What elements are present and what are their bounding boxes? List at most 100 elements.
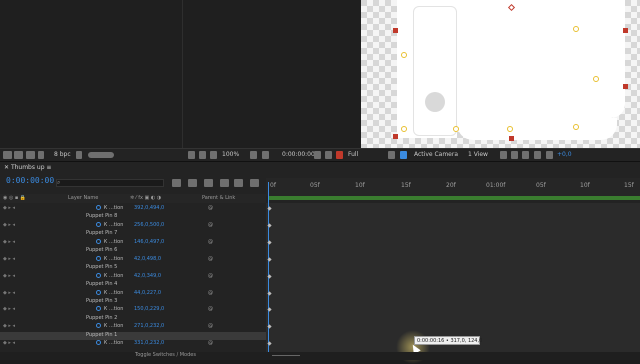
- composition-viewer[interactable]: [361, 0, 640, 148]
- stopwatch-icon[interactable]: [96, 306, 101, 312]
- tab-thumbs-up[interactable]: ✕ Thumbs up ≡: [0, 161, 70, 173]
- position-property-row[interactable]: ◆ ▸ ◂ Ꮶ ...tion 331,0,232,0 @: [0, 340, 266, 349]
- flowchart-view-icon[interactable]: [534, 151, 541, 159]
- position-value[interactable]: 42,0,349,0: [134, 273, 161, 279]
- menu-icon[interactable]: ≡: [45, 164, 51, 171]
- position-value[interactable]: 256,0,500,0: [134, 222, 164, 228]
- position-value[interactable]: 146,0,497,0: [134, 239, 164, 245]
- puppet-pin-name[interactable]: Puppet Pin 1: [86, 332, 117, 338]
- keyframe-navigator-icon[interactable]: ◆ ▸ ◂: [3, 323, 15, 329]
- folder-icon[interactable]: [3, 151, 12, 159]
- puppet-pin-row[interactable]: Puppet Pin 6: [0, 247, 266, 256]
- puppet-pin-handle[interactable]: [401, 126, 407, 132]
- position-property-row[interactable]: ◆ ▸ ◂ Ꮶ ...tion 392,0,494,0 @: [0, 205, 266, 214]
- work-area-bar[interactable]: [268, 196, 640, 200]
- puppet-pin-name[interactable]: Puppet Pin 5: [86, 264, 117, 270]
- puppet-pin-handle[interactable]: [593, 76, 599, 82]
- position-property-row[interactable]: ◆ ▸ ◂ Ꮶ ...tion 271,0,232,0 @: [0, 323, 266, 332]
- grid-icon[interactable]: [199, 151, 206, 159]
- graph-editor-icon[interactable]: [250, 179, 259, 187]
- bounding-handle[interactable]: [393, 28, 398, 33]
- puppet-pin-name[interactable]: Puppet Pin 7: [86, 230, 117, 236]
- shy-layers-icon[interactable]: [204, 179, 213, 187]
- stopwatch-icon[interactable]: [96, 323, 101, 329]
- puppet-pin-row[interactable]: Puppet Pin 8: [0, 213, 266, 222]
- view-layout-select[interactable]: 1 View: [468, 151, 488, 158]
- position-property-row[interactable]: ◆ ▸ ◂ Ꮶ ...tion 150,0,229,0 @: [0, 306, 266, 315]
- puppet-pin-name[interactable]: Puppet Pin 2: [86, 315, 117, 321]
- position-value[interactable]: 331,0,232,0: [134, 340, 164, 346]
- zoom-select[interactable]: 100%: [222, 151, 239, 158]
- pick-whip-icon[interactable]: @: [208, 290, 213, 296]
- keyframe-navigator-icon[interactable]: ◆ ▸ ◂: [3, 290, 15, 296]
- stopwatch-icon[interactable]: [96, 238, 101, 244]
- keyframe-navigator-icon[interactable]: ◆ ▸ ◂: [3, 239, 15, 245]
- frame-blending-icon[interactable]: [220, 179, 229, 187]
- stopwatch-icon[interactable]: [96, 272, 101, 278]
- position-value[interactable]: 150,0,229,0: [134, 306, 164, 312]
- current-time-display[interactable]: 0:00:00:00: [6, 176, 54, 185]
- puppet-pin-handle[interactable]: [573, 124, 579, 130]
- flowchart-icon[interactable]: [88, 152, 114, 158]
- timeline-zoom-slider[interactable]: [272, 355, 300, 356]
- toggle-switches-modes-button[interactable]: Toggle Switches / Modes: [135, 352, 196, 358]
- position-value[interactable]: 271,0,232,0: [134, 323, 164, 329]
- pick-whip-icon[interactable]: @: [208, 306, 213, 312]
- exposure-value[interactable]: +0,0: [557, 151, 572, 158]
- position-property-row[interactable]: ◆ ▸ ◂ Ꮶ ...tion 42,0,349,0 @: [0, 272, 266, 282]
- parent-link-header[interactable]: Parent & Link: [202, 195, 235, 201]
- pick-whip-icon[interactable]: @: [208, 205, 213, 211]
- position-property-row[interactable]: ◆ ▸ ◂ Ꮶ ...tion 146,0,497,0 @: [0, 238, 266, 248]
- keyframe-navigator-icon[interactable]: ◆ ▸ ◂: [3, 273, 15, 279]
- draft-3d-icon[interactable]: [188, 179, 197, 187]
- pick-whip-icon[interactable]: @: [208, 222, 213, 228]
- pick-whip-icon[interactable]: @: [208, 256, 213, 262]
- toggle-pixel-aspect-icon[interactable]: [500, 151, 507, 159]
- fit-icon[interactable]: [250, 151, 257, 159]
- always-preview-icon[interactable]: [188, 151, 195, 159]
- position-property-row[interactable]: ◆ ▸ ◂ Ꮶ ...tion 44,0,227,0 @: [0, 289, 266, 299]
- brush-icon[interactable]: [38, 151, 44, 159]
- position-property-row[interactable]: ◆ ▸ ◂ Ꮶ ...tion 42,0,498,0 @: [0, 255, 266, 265]
- position-value[interactable]: 392,0,494,0: [134, 205, 164, 211]
- bounding-handle[interactable]: [623, 28, 628, 33]
- composition-mini-flowchart-icon[interactable]: [172, 179, 181, 187]
- keyframe-navigator-icon[interactable]: ◆ ▸ ◂: [3, 222, 15, 228]
- puppet-pin-row[interactable]: Puppet Pin 2: [0, 315, 266, 324]
- keyframe-navigator-icon[interactable]: ◆ ▸ ◂: [3, 306, 15, 312]
- region-of-interest-icon[interactable]: [388, 151, 395, 159]
- show-snapshot-icon[interactable]: [325, 151, 332, 159]
- stopwatch-icon[interactable]: [96, 289, 101, 295]
- trash-icon[interactable]: [76, 151, 82, 159]
- stopwatch-icon[interactable]: [96, 205, 101, 210]
- bounding-handle[interactable]: [393, 134, 398, 139]
- puppet-pin-name[interactable]: Puppet Pin 6: [86, 247, 117, 253]
- motion-blur-icon[interactable]: [234, 179, 243, 187]
- keyframe-navigator-icon[interactable]: ◆ ▸ ◂: [3, 205, 15, 211]
- stopwatch-icon[interactable]: [96, 255, 101, 261]
- puppet-pin-row[interactable]: Puppet Pin 3: [0, 298, 266, 307]
- time-ruler[interactable]: 0f 05f 10f 15f 20f 01:00f 05f 10f 15f: [266, 178, 640, 196]
- puppet-pin-handle[interactable]: [453, 126, 459, 132]
- bits-per-channel[interactable]: 8 bpc: [54, 151, 71, 158]
- position-value[interactable]: 44,0,227,0: [134, 290, 161, 296]
- puppet-pin-name[interactable]: Puppet Pin 3: [86, 298, 117, 304]
- footage-icon[interactable]: [26, 151, 35, 159]
- track-area[interactable]: [266, 203, 640, 353]
- pick-whip-icon[interactable]: @: [208, 273, 213, 279]
- pick-whip-icon[interactable]: @: [208, 340, 213, 346]
- composition-icon[interactable]: [14, 151, 23, 159]
- visibility-column-icon[interactable]: ◉ ◎ ▪ 🔒: [3, 195, 26, 201]
- puppet-pin-handle[interactable]: [401, 52, 407, 58]
- layer-name-header[interactable]: Layer Name: [68, 195, 98, 201]
- bounding-handle[interactable]: [509, 136, 514, 141]
- keyframe-navigator-icon[interactable]: ◆ ▸ ◂: [3, 340, 15, 346]
- puppet-pin-row[interactable]: Puppet Pin 4: [0, 281, 266, 290]
- position-property-row[interactable]: ◆ ▸ ◂ Ꮶ ...tion 256,0,500,0 @: [0, 221, 266, 231]
- pick-whip-icon[interactable]: @: [208, 239, 213, 245]
- transparency-grid-icon[interactable]: [262, 151, 269, 159]
- timeline-icon[interactable]: [522, 151, 529, 159]
- viewer-time[interactable]: 0:00:00:00: [282, 151, 315, 158]
- mask-visibility-icon[interactable]: [210, 151, 217, 159]
- stopwatch-icon[interactable]: [96, 340, 101, 346]
